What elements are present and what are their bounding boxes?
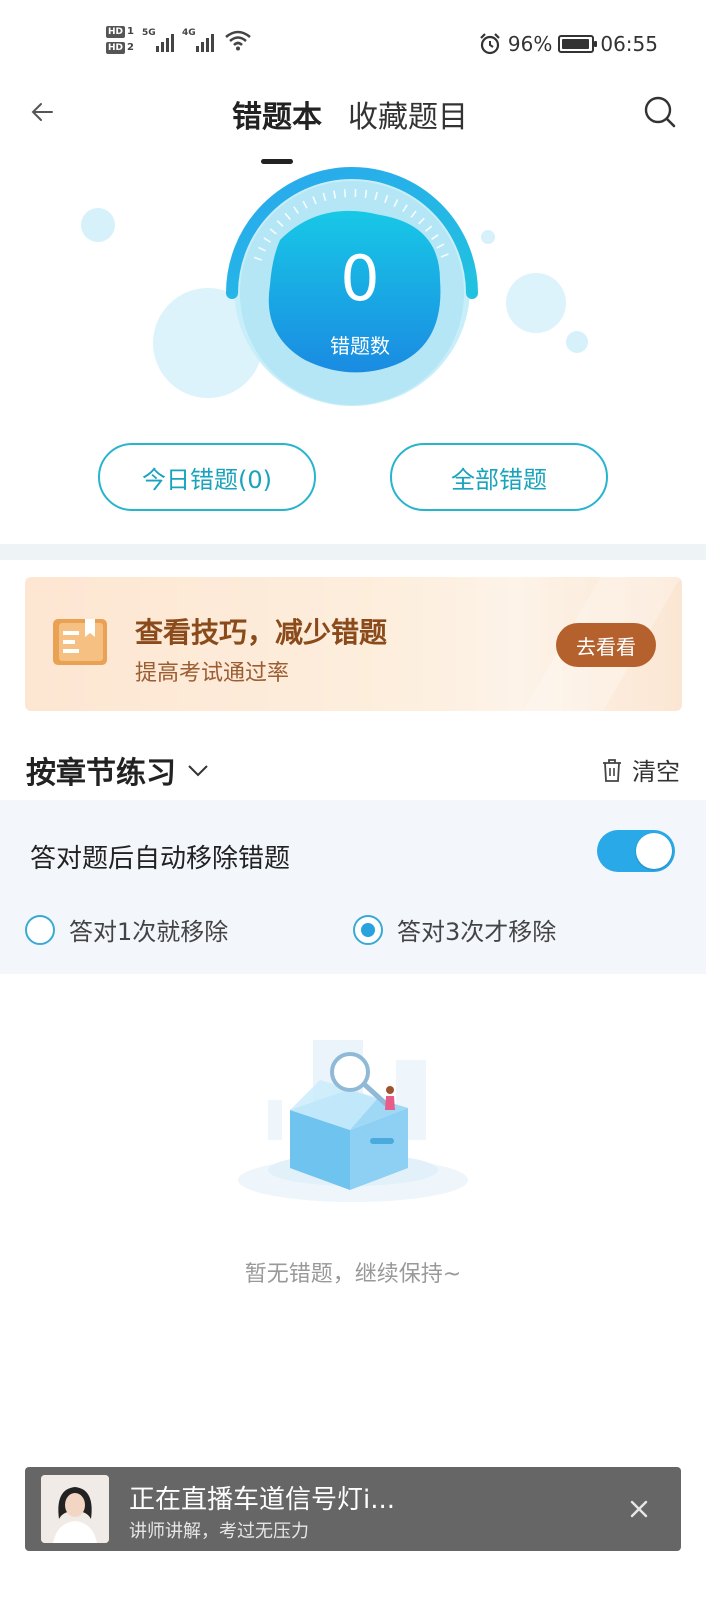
hd1-indicator: HD 1 — [106, 26, 134, 38]
back-button[interactable] — [22, 92, 62, 132]
avatar — [41, 1475, 109, 1543]
close-icon — [630, 1500, 648, 1518]
auto-remove-label: 答对题后自动移除错题 — [30, 844, 291, 874]
empty-box-illustration — [238, 1040, 468, 1202]
status-right: 96% 06:55 — [478, 32, 658, 56]
tab-favorites[interactable]: 收藏题目 — [348, 92, 468, 136]
hd2-indicator: HD 2 — [106, 42, 134, 54]
remove-rule-options: 答对1次就移除 答对3次才移除 — [0, 912, 706, 952]
battery-icon — [558, 35, 598, 53]
live-subtitle: 讲师讲解，考过无压力 — [129, 1521, 309, 1542]
filter-buttons: 今日错题(0) 全部错题 — [0, 443, 720, 511]
header: 错题本 收藏题目 — [0, 84, 720, 164]
trash-icon — [603, 758, 621, 782]
search-icon — [644, 96, 676, 128]
close-button[interactable] — [625, 1495, 653, 1523]
banner-title: 查看技巧，减少错题 — [135, 616, 388, 649]
signal-icon: 4G — [182, 28, 214, 52]
book-icon — [53, 619, 107, 665]
wifi-icon — [225, 30, 251, 51]
option-remove-after-1[interactable]: 答对1次就移除 — [25, 912, 228, 947]
live-title: 正在直播车道信号灯i... — [129, 1485, 396, 1515]
status-bar: HD 1 HD 2 5G 4G 96% 06:55 — [0, 0, 720, 90]
wrong-count-label: 错题数 — [330, 334, 390, 358]
wrong-count-value: 0 — [340, 242, 380, 315]
tips-banner[interactable]: 查看技巧，减少错题 提高考试通过率 去看看 — [25, 577, 682, 711]
chapter-practice-dropdown[interactable]: 按章节练习 — [26, 748, 210, 792]
clear-button[interactable]: 清空 — [600, 752, 680, 787]
go-see-button[interactable]: 去看看 — [556, 623, 656, 667]
status-left: HD 1 HD 2 5G 4G — [106, 26, 252, 54]
battery-percent: 96% — [507, 32, 553, 56]
all-wrong-button[interactable]: 全部错题 — [390, 443, 608, 511]
today-wrong-button[interactable]: 今日错题(0) — [98, 443, 316, 511]
radio-checked[interactable] — [353, 914, 383, 945]
wrong-count-gauge: 0 错题数 — [0, 160, 720, 430]
chevron-down-icon — [188, 765, 208, 777]
section-divider — [0, 544, 706, 560]
back-arrow-icon — [31, 103, 53, 121]
live-stream-bar[interactable]: 正在直播车道信号灯i... 讲师讲解，考过无压力 — [25, 1467, 681, 1551]
auto-remove-settings: 答对题后自动移除错题 答对1次就移除 答对3次才移除 — [0, 800, 706, 974]
banner-subtitle: 提高考试通过率 — [135, 661, 290, 686]
tab-bar: 错题本 收藏题目 — [232, 92, 468, 164]
section-header: 按章节练习 清空 — [0, 740, 720, 800]
option-label: 答对3次才移除 — [397, 918, 557, 946]
option-remove-after-3[interactable]: 答对3次才移除 — [353, 912, 556, 947]
search-button[interactable] — [640, 92, 680, 132]
radio-unchecked[interactable] — [25, 914, 55, 945]
signal-icon: 5G — [142, 28, 174, 52]
section-title: 按章节练习 — [26, 756, 176, 791]
option-label: 答对1次就移除 — [69, 918, 229, 946]
clock: 06:55 — [600, 32, 658, 56]
auto-remove-toggle[interactable] — [597, 830, 675, 872]
clear-label: 清空 — [632, 758, 680, 786]
tab-wrong-questions[interactable]: 错题本 — [232, 92, 322, 164]
toggle-knob — [636, 833, 672, 869]
alarm-icon — [480, 33, 500, 55]
empty-state-text: 暂无错题，继续保持~ — [244, 1262, 462, 1287]
